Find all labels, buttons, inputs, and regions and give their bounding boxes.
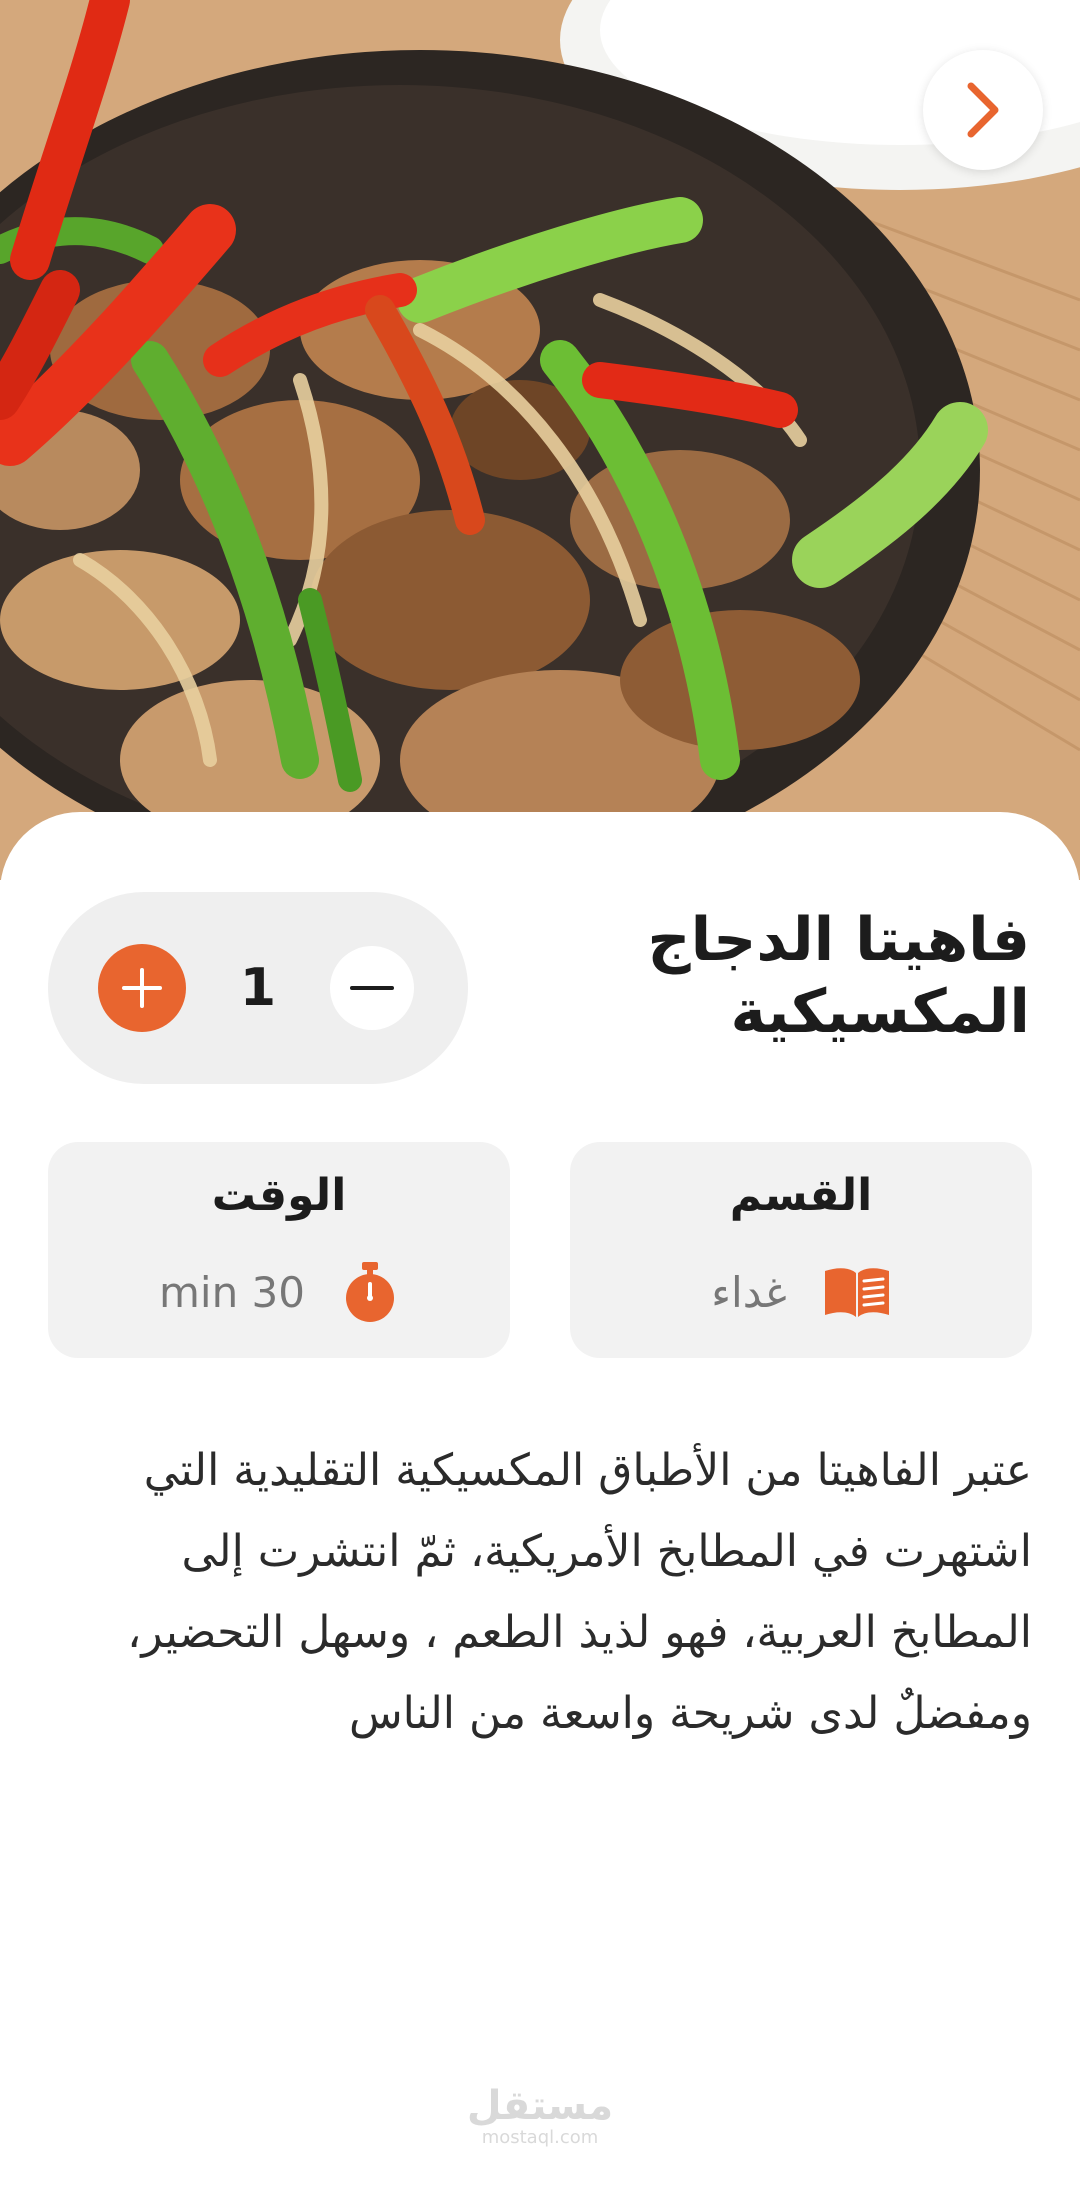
recipe-details-panel: فاهيتا الدجاج المكسيكية 1 القسم غداء الو… xyxy=(0,812,1080,2196)
back-button[interactable] xyxy=(923,50,1043,170)
quantity-stepper: 1 xyxy=(48,892,468,1084)
recipe-hero-image xyxy=(0,0,1080,880)
time-label: الوقت xyxy=(211,1170,347,1221)
increase-quantity-button[interactable] xyxy=(98,944,186,1032)
time-value: min 30 xyxy=(159,1267,305,1317)
open-book-icon xyxy=(823,1265,891,1319)
watermark-logo-text: مستقل xyxy=(466,2083,614,2129)
stopwatch-icon xyxy=(341,1260,399,1324)
chevron-right-icon xyxy=(967,82,999,138)
category-label: القسم xyxy=(729,1170,873,1221)
time-card: الوقت min 30 xyxy=(48,1142,510,1358)
recipe-description: عتبر الفاهيتا من الأطباق المكسيكية التقل… xyxy=(127,1445,1032,1739)
category-value: غداء xyxy=(711,1267,787,1317)
mostaql-watermark: مستقل mostaql.com xyxy=(0,2084,1080,2148)
minus-icon xyxy=(350,986,394,990)
watermark-url: mostaql.com xyxy=(481,2127,599,2148)
category-row: غداء xyxy=(570,1260,1032,1324)
recipe-detail-screen: فاهيتا الدجاج المكسيكية 1 القسم غداء الو… xyxy=(0,0,1080,2196)
recipe-title: فاهيتا الدجاج المكسيكية xyxy=(647,905,1030,1047)
time-row: min 30 xyxy=(48,1260,510,1324)
quantity-value: 1 xyxy=(239,958,277,1018)
category-card: القسم غداء xyxy=(570,1142,1032,1358)
decrease-quantity-button[interactable] xyxy=(330,946,414,1030)
plus-icon xyxy=(122,968,162,1008)
